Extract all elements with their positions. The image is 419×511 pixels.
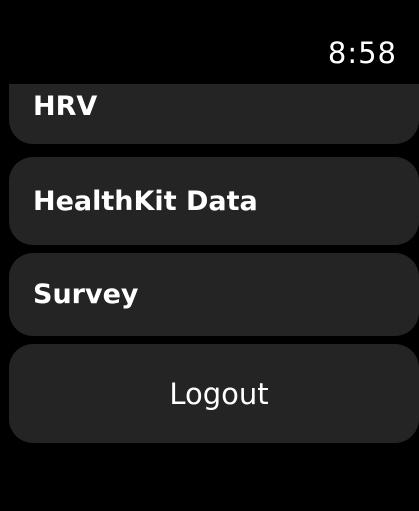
menu-item-healthkit-data[interactable]: HealthKit Data [9, 157, 419, 245]
menu-item-label: HealthKit Data [33, 185, 258, 217]
watch-screen: HRV HealthKit Data Survey Logout 8:58 [0, 0, 419, 511]
logout-label: Logout [169, 376, 269, 411]
menu-item-label: HRV [33, 91, 98, 122]
clock: 8:58 [327, 36, 397, 70]
menu-item-survey[interactable]: Survey [9, 253, 419, 336]
logout-button[interactable]: Logout [9, 344, 419, 443]
status-bar: 8:58 [0, 0, 419, 86]
menu-item-label: Survey [33, 279, 139, 310]
